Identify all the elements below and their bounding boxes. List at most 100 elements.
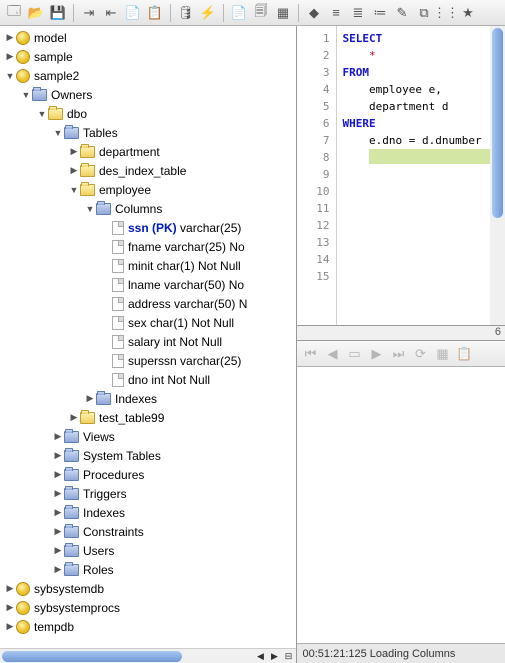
tree-toggle[interactable]: ▶ — [84, 393, 96, 404]
editor-hscrollbar[interactable]: 6 — [297, 326, 505, 341]
tree-toggle[interactable]: ▼ — [68, 185, 80, 195]
tree-node[interactable]: ▶Views — [0, 427, 296, 446]
tree-node[interactable]: ▶superssn varchar(25) — [0, 351, 296, 370]
book-button[interactable]: ◆ — [304, 3, 324, 23]
tree-node[interactable]: ▼sample2 — [0, 66, 296, 85]
prev-button[interactable]: ◀ — [323, 344, 343, 364]
tree-node[interactable]: ▶minit char(1) Not Null — [0, 256, 296, 275]
tree-toggle[interactable]: ▼ — [4, 71, 16, 81]
sheet-button[interactable]: 📄 — [229, 3, 249, 23]
tree-node[interactable]: ▶salary int Not Null — [0, 332, 296, 351]
tree-node[interactable]: ▼dbo — [0, 104, 296, 123]
tree-node[interactable]: ▶Roles — [0, 560, 296, 579]
tree-toggle[interactable]: ▶ — [68, 412, 80, 423]
tree-node[interactable]: ▶model — [0, 28, 296, 47]
tree-node[interactable]: ▶department — [0, 142, 296, 161]
sort-button[interactable]: ⋮⋮ — [436, 3, 456, 23]
tree-hscrollbar[interactable]: ◀ ▶ ⊟ — [0, 648, 296, 663]
tree-toggle[interactable]: ▼ — [52, 128, 64, 138]
tree-toggle[interactable]: ▶ — [52, 564, 64, 575]
export-button[interactable]: ⇤ — [101, 3, 121, 23]
outdent-button[interactable]: ≡ — [326, 3, 346, 23]
tree-toggle[interactable]: ▶ — [52, 545, 64, 556]
tree-node[interactable]: ▶address varchar(50) N — [0, 294, 296, 313]
tree-node[interactable]: ▶sybsystemdb — [0, 579, 296, 598]
tree-node[interactable]: ▶Users — [0, 541, 296, 560]
tree-node[interactable]: ▶sex char(1) Not Null — [0, 313, 296, 332]
db-button[interactable]: 🛢 — [176, 3, 196, 23]
code-line[interactable]: employee e, — [343, 81, 500, 98]
tree-toggle[interactable]: ▶ — [52, 469, 64, 480]
tree-toggle[interactable]: ▶ — [68, 146, 80, 157]
code-line[interactable]: department d — [343, 98, 500, 115]
tree-toggle[interactable]: ▶ — [4, 583, 16, 594]
tree-node[interactable]: ▼Columns — [0, 199, 296, 218]
new-connection-button[interactable]: 🗔 — [4, 3, 24, 23]
tree-node[interactable]: ▶des_index_table — [0, 161, 296, 180]
wand-button[interactable]: ✎ — [392, 3, 412, 23]
next-button[interactable]: ▶ — [367, 344, 387, 364]
save-button[interactable]: 💾 — [48, 3, 68, 23]
tree-node[interactable]: ▶fname varchar(25) No — [0, 237, 296, 256]
star-button[interactable]: ★ — [458, 3, 478, 23]
tree-toggle[interactable]: ▼ — [36, 109, 48, 119]
tree-toggle[interactable]: ▶ — [68, 165, 80, 176]
tree-scroll-left[interactable]: ◀ — [254, 649, 268, 663]
tree-toggle[interactable]: ▶ — [52, 507, 64, 518]
run-button[interactable]: ⚡ — [198, 3, 218, 23]
code-line[interactable]: FROM — [343, 64, 500, 81]
tree-toggle[interactable]: ▼ — [84, 204, 96, 214]
editor-vscrollbar[interactable] — [490, 26, 505, 325]
code-line[interactable] — [343, 220, 500, 237]
tree-node[interactable]: ▼Owners — [0, 85, 296, 104]
code-line[interactable]: * — [343, 47, 500, 64]
sql-editor[interactable]: 123456789101112131415 SELECT *FROM emplo… — [297, 26, 505, 326]
tree-toggle[interactable]: ▶ — [52, 526, 64, 537]
tree-toggle[interactable]: ▶ — [4, 51, 16, 62]
tree-node[interactable]: ▶dno int Not Null — [0, 370, 296, 389]
refresh-button[interactable]: ⟳ — [411, 344, 431, 364]
copy-button[interactable]: 📋 — [455, 344, 475, 364]
code-line[interactable] — [343, 169, 500, 186]
tree-scroll-right[interactable]: ▶ — [268, 649, 282, 663]
code-line[interactable]: WHERE — [343, 115, 500, 132]
object-tree[interactable]: ▶model▶sample▼sample2▼Owners▼dbo▼Tables▶… — [0, 26, 296, 648]
code-line[interactable] — [343, 203, 500, 220]
last-button[interactable]: ⏭ — [389, 344, 409, 364]
tree-node[interactable]: ▼Tables — [0, 123, 296, 142]
import-button[interactable]: ⇥ — [79, 3, 99, 23]
tree-node[interactable]: ▶test_table99 — [0, 408, 296, 427]
tree-node[interactable]: ▶tempdb — [0, 617, 296, 636]
tree-node[interactable]: ▶Indexes — [0, 389, 296, 408]
code-line[interactable]: e.dno = d.dnumber — [343, 132, 500, 149]
tree-node[interactable]: ▼employee — [0, 180, 296, 199]
tree-node[interactable]: ▶Procedures — [0, 465, 296, 484]
tree-node[interactable]: ▶ssn (PK) varchar(25) — [0, 218, 296, 237]
format-button[interactable]: ⧉ — [414, 3, 434, 23]
open-button[interactable]: 📂 — [26, 3, 46, 23]
tree-hscroll-thumb[interactable] — [2, 651, 182, 662]
code-line[interactable] — [343, 271, 500, 288]
tree-toggle[interactable]: ▶ — [4, 602, 16, 613]
tree-node[interactable]: ▶Constraints — [0, 522, 296, 541]
tree-toggle[interactable]: ▼ — [20, 90, 32, 100]
tree-toggle[interactable]: ▶ — [4, 32, 16, 43]
tree-toggle[interactable]: ▶ — [52, 431, 64, 442]
tree-node[interactable]: ▶System Tables — [0, 446, 296, 465]
copy-button[interactable]: 📄 — [123, 3, 143, 23]
code-line[interactable] — [343, 254, 500, 271]
code-line[interactable]: SELECT — [343, 30, 500, 47]
code-line[interactable] — [343, 149, 500, 169]
first-button[interactable]: ⏮ — [301, 344, 321, 364]
paste-button[interactable]: 📋 — [145, 3, 165, 23]
page-button[interactable]: ▭ — [345, 344, 365, 364]
tree-toggle[interactable]: ▶ — [52, 488, 64, 499]
tree-node[interactable]: ▶sybsystemprocs — [0, 598, 296, 617]
editor-vscroll-thumb[interactable] — [492, 28, 503, 218]
results-grid[interactable] — [297, 367, 505, 643]
editor-code[interactable]: SELECT *FROM employee e, department dWHE… — [337, 26, 505, 325]
tree-node[interactable]: ▶Triggers — [0, 484, 296, 503]
export-button[interactable]: ▦ — [433, 344, 453, 364]
tree-toggle[interactable]: ▶ — [52, 450, 64, 461]
tree-node[interactable]: ▶lname varchar(50) No — [0, 275, 296, 294]
